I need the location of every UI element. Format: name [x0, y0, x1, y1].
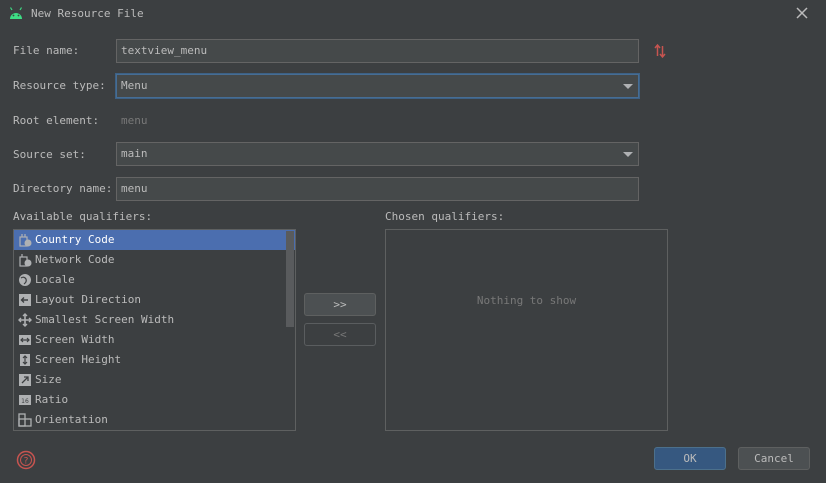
qualifier-item-label: Size [35, 373, 62, 386]
sort-arrows-icon[interactable] [654, 43, 666, 59]
root-element-value: menu [121, 114, 148, 127]
country-code-icon [19, 234, 32, 247]
directory-name-input[interactable]: menu [116, 177, 639, 201]
qualifier-item-label: Locale [35, 273, 75, 286]
qualifier-item-orientation[interactable]: Orientation [14, 410, 295, 430]
qualifier-item-network-code[interactable]: Network Code [14, 250, 295, 270]
available-qualifiers-list[interactable]: Country Code Network Code Locale Layout Dir… [13, 229, 296, 431]
directory-name-label: Directory name: [13, 182, 113, 195]
scrollbar[interactable] [286, 231, 294, 430]
chevron-down-icon [623, 152, 633, 157]
globe-icon [19, 274, 31, 286]
close-icon[interactable] [794, 5, 810, 21]
source-set-select[interactable]: main [116, 142, 639, 166]
qualifier-item-screen-height[interactable]: Screen Height [14, 350, 295, 370]
ratio-icon: 16 [19, 395, 31, 405]
resource-type-select[interactable]: Menu [116, 74, 639, 98]
help-icon[interactable]: ? [16, 450, 36, 470]
qualifier-item-size[interactable]: Size [14, 370, 295, 390]
add-qualifier-button[interactable]: >> [304, 293, 376, 316]
layout-direction-icon [19, 294, 31, 306]
qualifier-item-label: Ratio [35, 393, 69, 406]
qualifier-item-label: Screen Width [35, 333, 115, 346]
chosen-qualifiers-label: Chosen qualifiers: [385, 210, 505, 223]
qualifier-item-label: Screen Height [35, 353, 122, 366]
remove-qualifier-button[interactable]: << [304, 323, 376, 346]
resource-type-label: Resource type: [13, 79, 106, 92]
qualifier-item-country-code[interactable]: Country Code [14, 230, 295, 250]
cancel-button[interactable]: Cancel [738, 447, 810, 470]
qualifier-item-label: Layout Direction [35, 293, 141, 306]
empty-state-text: Nothing to show [476, 294, 577, 307]
smallest-screen-width-icon [18, 313, 32, 327]
screen-height-icon [20, 354, 30, 366]
chevron-down-icon [623, 84, 633, 89]
qualifier-item-locale[interactable]: Locale [14, 270, 295, 290]
resource-type-value: Menu [121, 79, 148, 92]
qualifier-item-layout-direction[interactable]: Layout Direction [14, 290, 295, 310]
source-set-value: main [121, 147, 148, 160]
scroll-thumb[interactable] [286, 231, 294, 327]
svg-text:?: ? [24, 457, 29, 467]
title-bar: New Resource File [0, 0, 826, 29]
qualifier-item-label: Smallest Screen Width [35, 313, 175, 326]
qualifier-item-screen-width[interactable]: Screen Width [14, 330, 295, 350]
orientation-icon [18, 413, 32, 427]
ok-button[interactable]: OK [654, 447, 726, 470]
qualifier-item-label: Country Code [35, 233, 115, 246]
size-icon [19, 374, 31, 386]
file-name-label: File name: [13, 44, 80, 57]
qualifier-item-smallest-screen-width[interactable]: Smallest Screen Width [14, 310, 295, 330]
chosen-qualifiers-list[interactable]: Nothing to show [385, 229, 668, 431]
qualifier-item-label: Network Code [35, 253, 115, 266]
root-element-label: Root element: [13, 114, 100, 127]
file-name-input[interactable]: textview_menu [116, 39, 639, 63]
network-code-icon [19, 254, 32, 267]
svg-text:16: 16 [21, 398, 29, 405]
android-icon [9, 7, 23, 19]
window-title: New Resource File [31, 7, 144, 20]
source-set-label: Source set: [13, 148, 86, 161]
qualifier-item-ratio[interactable]: 16 Ratio [14, 390, 295, 410]
screen-width-icon [19, 335, 31, 345]
available-qualifiers-label: Available qualifiers: [13, 210, 153, 223]
qualifier-item-label: Orientation [35, 413, 108, 426]
